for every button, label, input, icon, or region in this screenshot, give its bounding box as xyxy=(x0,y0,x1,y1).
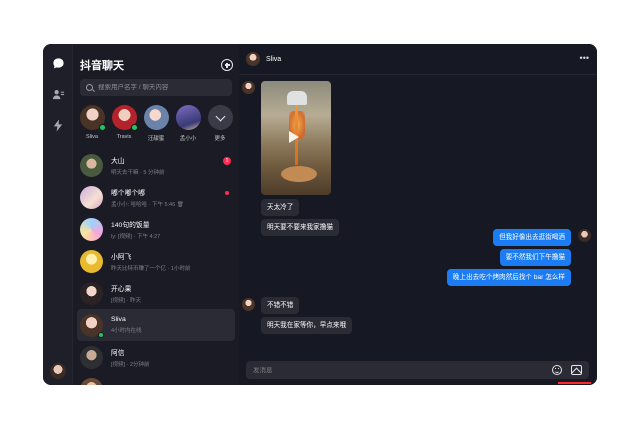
message-bubble-sent[interactable]: 但我好像出去逛街喝酒 xyxy=(493,229,571,246)
icon-rail xyxy=(43,44,73,385)
conversation-text: Sliva 4小时内在线 xyxy=(111,316,221,334)
story-item[interactable]: 汪甜蜜 xyxy=(143,105,169,143)
video-thumbnail-cat xyxy=(281,166,317,182)
chat-header: Sliva ••• xyxy=(239,44,597,75)
conversation-item[interactable]: 嘟个嘟个嘟孟小小: 哈哈哈 · 下午 5:46 🗑 xyxy=(73,181,239,213)
chat-panel: Sliva ••• 天太冷了 明天要不要来我家撸猫 但我好像出去逛街喝酒 要不然… xyxy=(239,44,597,385)
image-icon[interactable] xyxy=(571,365,582,375)
conversation-text: 阿信 [视频] · 2分钟前 xyxy=(111,347,221,368)
app-title: 抖音聊天 xyxy=(80,60,124,72)
story-avatar[interactable] xyxy=(175,105,201,130)
lightning-icon[interactable] xyxy=(51,118,65,132)
search-box[interactable] xyxy=(80,79,232,96)
conversation-item[interactable]: 阿信 [视频] · 2分钟前 xyxy=(73,341,239,373)
search-icon xyxy=(86,84,93,91)
story-avatar[interactable] xyxy=(79,105,106,131)
conversation-name: 橙子味大叔 xyxy=(111,383,221,386)
conversation-text: 嘟个嘟个嘟孟小小: 哈哈哈 · 下午 5:46 🗑 xyxy=(111,187,221,208)
story-more[interactable]: 更多 xyxy=(207,105,233,143)
conversation-name: 阿信 xyxy=(111,349,125,357)
conversation-avatar xyxy=(80,377,103,385)
chat-bubble-icon[interactable] xyxy=(51,56,65,70)
story-item[interactable]: 孟小小 xyxy=(175,105,201,143)
story-name: Travis xyxy=(116,134,132,140)
conversation-avatar xyxy=(80,281,103,305)
conversation-item[interactable]: Sliva 4小时内在线 xyxy=(77,309,235,341)
play-icon[interactable] xyxy=(289,131,299,143)
message-bubble[interactable]: 天太冷了 xyxy=(261,199,300,216)
conversation-item[interactable]: 大山 明天去干嘛 · 5 分钟前 1 xyxy=(73,149,239,181)
story-item[interactable]: Sliva xyxy=(79,105,106,143)
conversation-item[interactable]: 140句的饭量 ly: [视频] · 下午 4:27 xyxy=(73,213,239,245)
conversation-name: 开心果 xyxy=(111,285,132,293)
contacts-icon[interactable] xyxy=(51,87,65,101)
stories-row: Sliva Travis 汪甜蜜 孟小小 更多 xyxy=(79,105,239,143)
highlight-underline xyxy=(558,382,591,384)
story-name: 孟小小 xyxy=(179,136,197,142)
story-name: 更多 xyxy=(214,136,226,142)
conversation-preview: [视频] · 昨天 xyxy=(111,297,141,304)
story-avatar[interactable] xyxy=(143,105,169,130)
conversation-avatar xyxy=(80,185,103,209)
video-message[interactable] xyxy=(261,81,331,195)
search-input[interactable] xyxy=(98,84,218,91)
contact-avatar[interactable] xyxy=(246,52,260,66)
story-item[interactable]: Travis xyxy=(111,105,138,143)
conversation-preview: ly: [视频] · 下午 4:27 xyxy=(111,233,161,240)
conversation-list: 大山 明天去干嘛 · 5 分钟前 1 嘟个嘟个嘟 孟小小: 哈哈哈 · 下午 5:46 … xyxy=(73,149,239,385)
message-bubble-sent[interactable]: 要不然我们下午撸猫 xyxy=(499,249,571,266)
conversation-text: 开心果 [视频] · 昨天 xyxy=(111,283,221,304)
unread-dot xyxy=(225,191,229,195)
my-message-avatar[interactable] xyxy=(578,229,591,242)
my-avatar[interactable] xyxy=(50,363,66,379)
video-thumbnail-heater xyxy=(287,91,307,105)
conversation-text: 橙子味大叔 xyxy=(111,383,221,386)
conversation-name: 嘟个嘟个嘟 xyxy=(111,189,145,197)
online-indicator xyxy=(98,124,106,131)
chevron-glyph xyxy=(215,111,225,121)
message-bubble-sent[interactable]: 晚上出去吃个烤肉然后找个 bar 怎么样 xyxy=(446,269,571,286)
conversation-avatar xyxy=(80,345,103,369)
conversation-item[interactable]: 橙子味大叔 xyxy=(73,373,239,385)
conversation-panel: 抖音聊天 Sliva Travis 汪甜蜜 孟小小 更多 大山明天去干嘛 · 5 分钟前… xyxy=(73,44,239,385)
conversation-avatar xyxy=(80,313,104,338)
online-indicator xyxy=(130,124,138,131)
message-avatar[interactable] xyxy=(242,298,255,311)
conversation-name: 大山 xyxy=(111,157,125,165)
conversation-avatar xyxy=(80,217,103,241)
conversation-preview: 孟小小: 哈哈哈 · 下午 5:46 🗑 xyxy=(111,201,184,208)
conversation-name: 小阿飞 xyxy=(111,253,132,261)
conversation-avatar xyxy=(80,153,103,177)
conversation-text: 小阿飞昨天比特币赚了一个亿 · 1小时前 xyxy=(111,251,221,272)
conversation-item[interactable]: 小阿飞昨天比特币赚了一个亿 · 1小时前 xyxy=(73,245,239,277)
conversation-avatar xyxy=(80,249,103,273)
conversation-preview: [视频] · 2分钟前 xyxy=(111,361,150,368)
conversation-text: 大山明天去干嘛 · 5 分钟前 xyxy=(111,155,221,176)
more-icon[interactable]: ••• xyxy=(580,54,589,63)
message-input-bar[interactable] xyxy=(246,361,589,379)
message-bubble[interactable]: 明天要不要来我家撸猫 xyxy=(261,219,339,236)
list-header: 抖音聊天 xyxy=(80,57,233,73)
online-indicator xyxy=(98,331,104,338)
message-bubble[interactable]: 明天我在家等你，早点来哦 xyxy=(261,317,353,334)
conversation-name: 140句的饭量 xyxy=(111,221,150,229)
message-bubble[interactable]: 不错不错 xyxy=(261,297,300,314)
message-avatar[interactable] xyxy=(242,81,255,94)
story-name: Sliva xyxy=(86,134,98,140)
conversation-preview: 昨天比特币赚了一个亿 · 1小时前 xyxy=(111,265,191,272)
conversation-text: 140句的饭量 ly: [视频] · 下午 4:27 xyxy=(111,219,221,240)
conversation-preview: 4小时内在线 xyxy=(111,328,142,334)
add-icon[interactable] xyxy=(221,59,233,71)
story-avatar[interactable] xyxy=(111,105,138,131)
unread-badge: 1 xyxy=(223,157,231,165)
message-input[interactable] xyxy=(253,366,513,374)
story-name: 汪甜蜜 xyxy=(147,136,165,142)
conversation-name: Sliva xyxy=(111,316,126,323)
app-window: 抖音聊天 Sliva Travis 汪甜蜜 孟小小 更多 大山明天去干嘛 · 5 分钟前… xyxy=(43,44,597,385)
emoji-icon[interactable] xyxy=(552,365,562,375)
conversation-item[interactable]: 开心果 [视频] · 昨天 xyxy=(73,277,239,309)
chevron-down-icon[interactable] xyxy=(207,105,233,130)
conversation-preview: 明天去干嘛 · 5 分钟前 xyxy=(111,169,165,176)
contact-name: Sliva xyxy=(266,55,282,63)
